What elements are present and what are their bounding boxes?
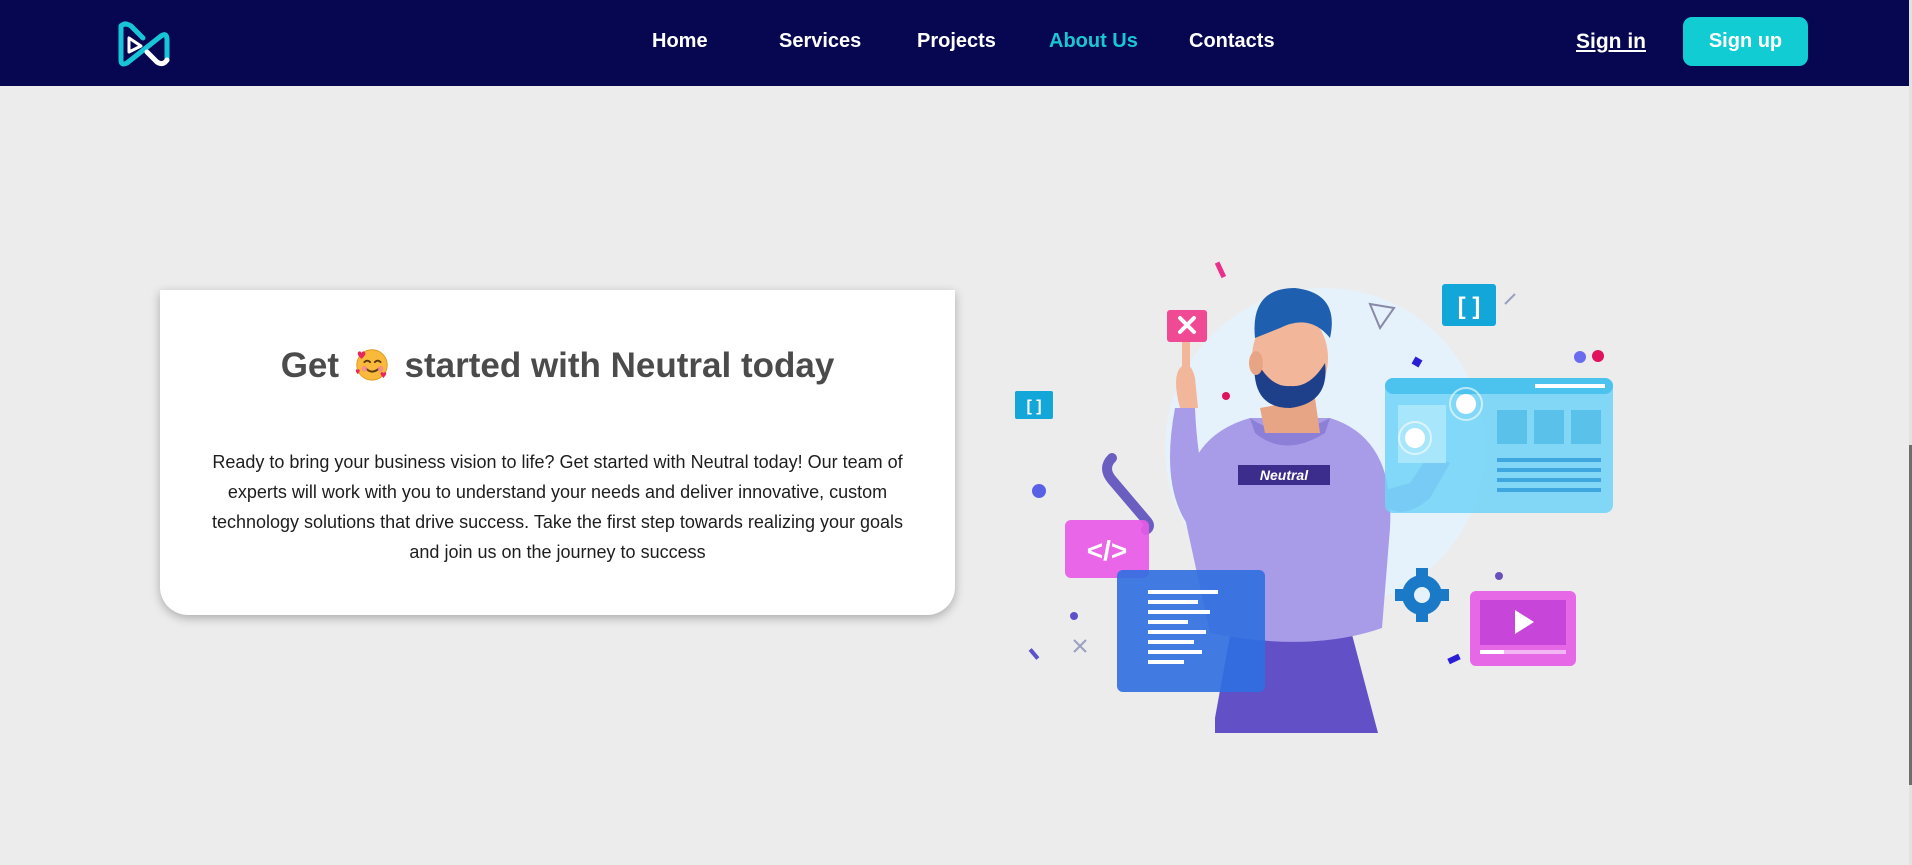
developer-illustration: [ ] [ ] Neutral </>	[1015, 261, 1613, 733]
confetti-shape	[1028, 648, 1040, 660]
dot-shape	[1495, 572, 1503, 580]
neutral-logo-icon[interactable]	[113, 16, 175, 72]
bracket-icon-top: [ ]	[1442, 284, 1496, 326]
dot-shape	[1592, 350, 1604, 362]
top-navigation-bar: Home Services Projects About Us Contacts…	[0, 0, 1910, 86]
nav-contacts-link[interactable]: Contacts	[1189, 30, 1275, 53]
hero-title-prefix: Get	[280, 346, 340, 385]
svg-text:</>: </>	[1087, 535, 1127, 566]
svg-text:[ ]: [ ]	[1458, 293, 1481, 320]
video-player-icon	[1470, 591, 1576, 666]
nav-about-us-link[interactable]: About Us	[1049, 30, 1138, 53]
code-document-icon	[1117, 570, 1265, 692]
dot-shape	[1222, 392, 1230, 400]
hero-title-suffix: started with Neutral today	[404, 346, 835, 385]
nav-projects-link[interactable]: Projects	[917, 30, 996, 53]
sign-up-button[interactable]: Sign up	[1683, 17, 1808, 66]
bracket-icon-left: [ ]	[1015, 391, 1053, 419]
svg-text:[ ]: [ ]	[1026, 398, 1041, 415]
shirt-label-text: Neutral	[1260, 467, 1309, 483]
cross-shape	[1073, 639, 1087, 653]
dot-shape	[1032, 484, 1046, 498]
nav-services-link[interactable]: Services	[779, 30, 861, 53]
dot-shape	[1070, 612, 1078, 620]
sign-in-link[interactable]: Sign in	[1576, 30, 1646, 54]
browser-window-icon	[1385, 378, 1613, 513]
confetti-shape	[1214, 261, 1227, 279]
hero-description: Ready to bring your business vision to l…	[211, 452, 904, 562]
hero-card: Get started with Neutral today Ready to …	[160, 290, 955, 615]
confetti-shape	[1447, 653, 1461, 665]
close-icon-card	[1167, 310, 1207, 342]
smiling-face-with-hearts-icon	[355, 349, 388, 381]
hero-title: Get started with Neutral today	[160, 345, 955, 386]
wrench-icon	[1102, 453, 1154, 535]
code-icon: </>	[1065, 520, 1149, 578]
nav-home-link[interactable]: Home	[652, 30, 708, 53]
dot-shape	[1574, 351, 1586, 363]
